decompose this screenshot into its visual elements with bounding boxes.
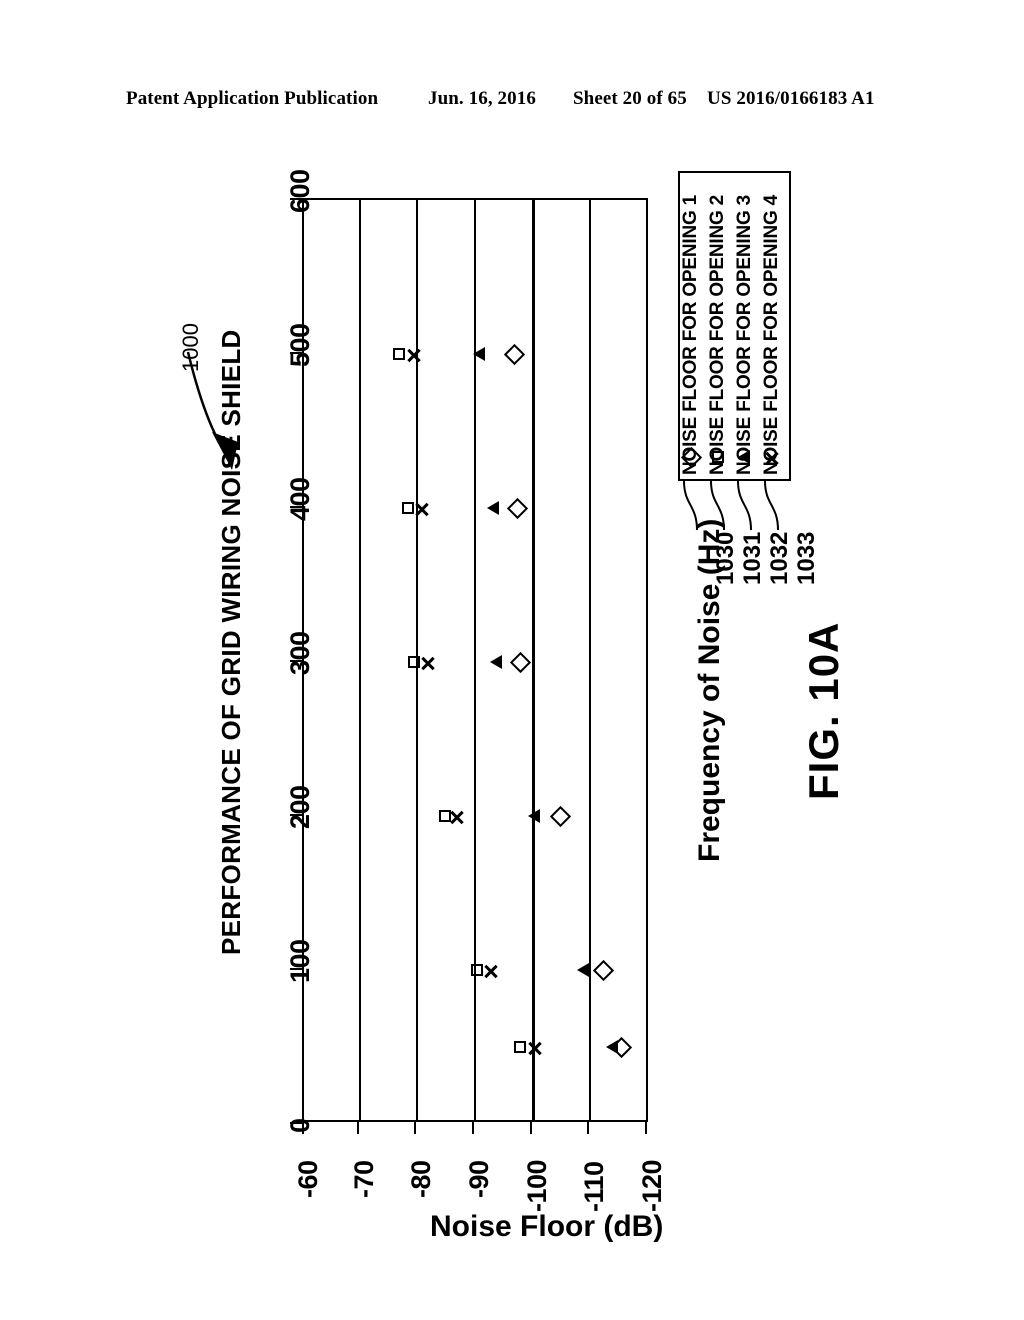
gridline-minus90 <box>474 200 476 1120</box>
gridline-minus110 <box>589 200 591 1120</box>
freq-label-100: 100 <box>285 939 315 983</box>
nf-tick-minus120 <box>645 1122 647 1134</box>
chart-title: PERFORMANCE OF GRID WIRING NOISE SHIELD <box>216 329 246 955</box>
nf-label-minus80: -80 <box>406 1160 436 1198</box>
legend: NOISE FLOOR FOR OPENING 1 NOISE FLOOR FO… <box>678 171 791 481</box>
axis-title-noise-floor: Noise Floor (dB) <box>430 1210 664 1243</box>
gridline-minus100 <box>532 200 535 1120</box>
nf-label-minus120: -120 <box>637 1159 667 1212</box>
plot-area <box>302 198 648 1122</box>
figure-label: FIG. 10A <box>800 621 847 800</box>
nf-label-minus110: -110 <box>579 1161 609 1212</box>
nf-tick-minus110 <box>587 1122 589 1134</box>
freq-label-0: 0 <box>285 1118 315 1133</box>
nf-tick-minus90 <box>472 1122 474 1134</box>
leader-line-1032 <box>737 480 752 531</box>
legend-entry-2: NOISE FLOOR FOR OPENING 2 <box>707 173 736 479</box>
freq-label-400: 400 <box>285 477 315 521</box>
nf-label-minus90: -90 <box>464 1160 494 1198</box>
nf-tick-minus80 <box>414 1122 416 1134</box>
nf-label-minus70: -70 <box>349 1160 379 1198</box>
legend-entry-4: NOISE FLOOR FOR OPENING 4 <box>761 173 790 479</box>
nf-label-minus60: -60 <box>293 1160 323 1198</box>
nf-label-minus100: -100 <box>522 1159 552 1212</box>
legend-entry-3: NOISE FLOOR FOR OPENING 3 <box>734 173 763 479</box>
freq-label-300: 300 <box>285 631 315 675</box>
figure-10a: PERFORMANCE OF GRID WIRING NOISE SHIELD … <box>0 0 1024 1320</box>
freq-label-200: 200 <box>285 785 315 829</box>
legend-entry-1: NOISE FLOOR FOR OPENING 1 <box>680 173 709 479</box>
legend-label-4: NOISE FLOOR FOR OPENING 4 <box>761 194 782 475</box>
ref-number-1031: 1031 <box>739 531 766 585</box>
legend-label-2: NOISE FLOOR FOR OPENING 2 <box>707 194 728 475</box>
nf-tick-minus60 <box>302 1122 304 1134</box>
ref-number-1033: 1033 <box>793 531 820 585</box>
callout-label-1000: 1000 <box>178 323 203 372</box>
leader-line-1033 <box>764 480 779 531</box>
legend-label-3: NOISE FLOOR FOR OPENING 3 <box>734 194 755 475</box>
legend-label-1: NOISE FLOOR FOR OPENING 1 <box>680 194 701 475</box>
gridline-minus70 <box>359 200 361 1120</box>
ref-number-1032: 1032 <box>766 531 793 585</box>
nf-tick-minus70 <box>357 1122 359 1134</box>
freq-label-500: 500 <box>285 323 315 367</box>
ref-number-1030: 1030 <box>712 531 739 585</box>
freq-label-600: 600 <box>285 169 315 213</box>
nf-tick-minus100 <box>530 1122 532 1134</box>
